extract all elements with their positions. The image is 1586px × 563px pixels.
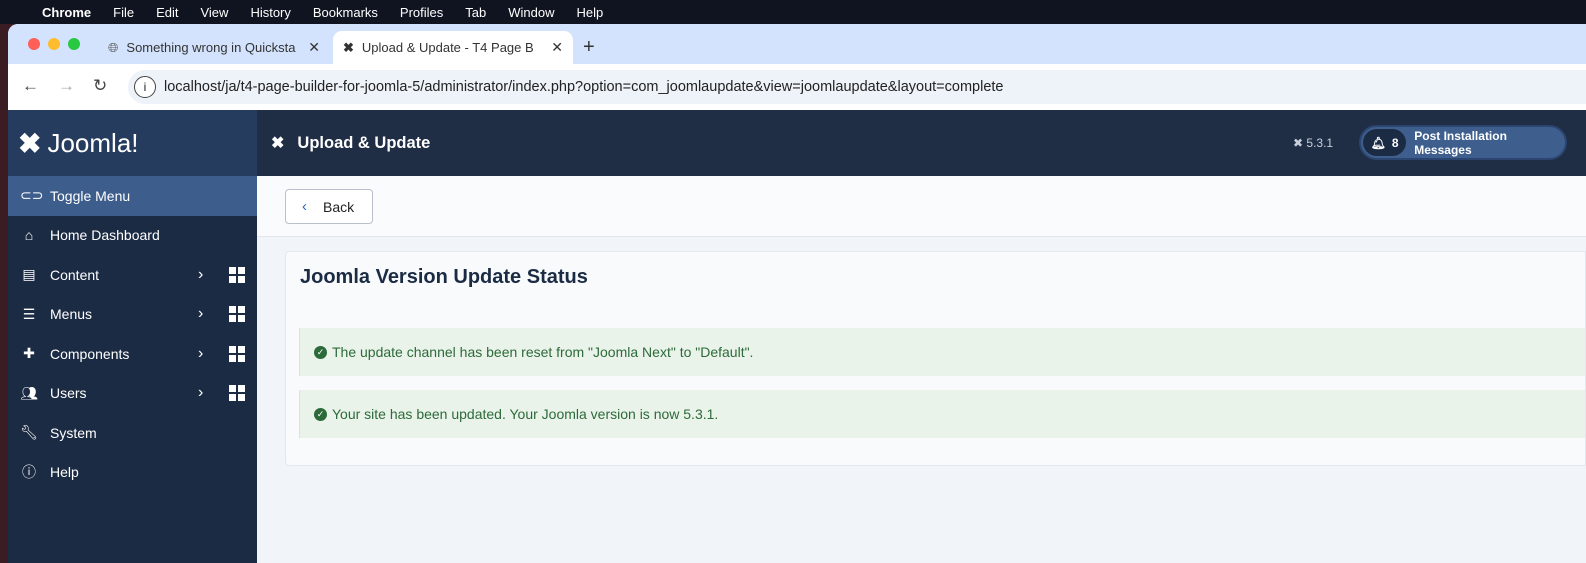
address-bar[interactable]: i localhost/ja/t4-page-builder-for-jooml…	[128, 70, 1586, 104]
post-install-label: Post Installation Messages	[1414, 128, 1507, 157]
alert-success: ✓ Your site has been updated. Your Joomla…	[299, 390, 1585, 438]
chevron-left-icon: ‹	[302, 198, 307, 215]
joomla-icon: ✖	[271, 135, 285, 152]
forward-arrow-icon[interactable]: →	[58, 76, 75, 96]
joomla-version[interactable]: ✖ 5.3.1	[1293, 136, 1333, 150]
tab-active[interactable]: ✖ Upload & Update - T4 Page B ✕	[333, 31, 573, 64]
menu-edit[interactable]: Edit	[156, 5, 178, 20]
info-icon: ⓘ	[22, 464, 36, 481]
page-header: ✖ Upload & Update ✖ 5.3.1 🔔︎ 8 Post Insta…	[257, 110, 1586, 176]
close-tab-icon[interactable]: ✕	[308, 39, 320, 56]
menu-history[interactable]: History	[250, 5, 290, 20]
sidebar-item-label: Toggle Menu	[50, 187, 131, 204]
check-circle-icon: ✓	[314, 407, 327, 421]
tab-other[interactable]: 🌐︎ Something wrong in Quicksta ✕	[98, 31, 330, 64]
sidebar-item-label: System	[50, 424, 97, 441]
menu-window[interactable]: Window	[508, 5, 554, 20]
toggle-menu[interactable]: ⊂⊃ Toggle Menu	[8, 176, 257, 216]
sidebar-item-users[interactable]: 👥︎ Users ›	[8, 374, 257, 414]
chevron-right-icon[interactable]: ›	[198, 345, 203, 363]
joomla-logo[interactable]: ✖ Joomla!	[8, 110, 257, 176]
sidebar-item-label: Menus	[50, 306, 93, 323]
tab-title: Upload & Update - T4 Page B	[361, 40, 534, 55]
notification-count: 8	[1391, 135, 1399, 150]
url-text[interactable]: localhost/ja/t4-page-builder-for-joomla-…	[164, 79, 1003, 95]
menu-tab[interactable]: Tab	[465, 5, 486, 20]
file-icon: ▤	[22, 266, 36, 283]
menu-help[interactable]: Help	[577, 5, 604, 20]
puzzle-icon: ✚	[23, 345, 35, 362]
menu-profiles[interactable]: Profiles	[400, 5, 443, 20]
back-arrow-icon[interactable]: ←	[22, 76, 39, 96]
sidebar-item-components[interactable]: ✚ Components ›	[8, 334, 257, 374]
chevron-right-icon[interactable]: ›	[198, 305, 203, 323]
alert-text: Your site has been updated. Your Joomla …	[332, 406, 719, 422]
alert-text: The update channel has been reset from "…	[332, 344, 754, 360]
globe-icon: 🌐︎	[108, 39, 119, 55]
alert-success: ✓ The update channel has been reset from …	[299, 328, 1585, 376]
sidebar-item-label: Home Dashboard	[50, 227, 160, 244]
page-title: Upload & Update	[297, 133, 431, 152]
browser-toolbar: ← → ↻ i localhost/ja/t4-page-builder-for…	[8, 64, 1586, 110]
maximize-window-button[interactable]	[68, 38, 80, 50]
sidebar-item-menus[interactable]: ☰ Menus ›	[8, 295, 257, 335]
home-icon: ⌂	[24, 227, 34, 244]
main-content: ‹ Back Joomla Version Update Status ✓ The …	[257, 176, 1586, 563]
check-circle-icon: ✓	[314, 345, 327, 359]
menu-bookmarks[interactable]: Bookmarks	[313, 5, 378, 20]
logo-text: Joomla!	[47, 127, 139, 158]
tab-title: Something wrong in Quicksta	[126, 40, 296, 55]
close-tab-icon[interactable]: ✕	[551, 39, 563, 56]
new-tab-button[interactable]: +	[573, 31, 605, 64]
site-info-icon[interactable]: i	[134, 76, 156, 98]
joomla-icon: ✖	[343, 39, 354, 55]
sidebar-item-label: Content	[50, 266, 100, 283]
update-status-card: Joomla Version Update Status ✓ The update…	[285, 251, 1586, 466]
menu-file[interactable]: File	[113, 5, 134, 20]
back-button[interactable]: ‹ Back	[285, 189, 373, 224]
wrench-icon: 🔧︎	[20, 424, 38, 441]
chevron-right-icon[interactable]: ›	[198, 266, 203, 284]
menu-app[interactable]: Chrome	[42, 5, 91, 20]
post-installation-messages-button[interactable]: 🔔︎ 8 Post Installation Messages	[1359, 125, 1567, 160]
sidebar-item-system[interactable]: 🔧︎ System	[8, 413, 257, 453]
sidebar-item-content[interactable]: ▤ Content ›	[8, 255, 257, 295]
sidebar-item-help[interactable]: ⓘ Help	[8, 453, 257, 493]
browser-window: 🌐︎ Something wrong in Quicksta ✕ ✖ Uploa…	[8, 24, 1586, 563]
dashboard-grid-icon[interactable]	[229, 345, 245, 362]
bell-icon: 🔔︎	[1370, 135, 1386, 150]
close-window-button[interactable]	[28, 38, 40, 50]
toggle-icon: ⊂⊃	[20, 187, 44, 204]
sidebar-item-home-dashboard[interactable]: ⌂ Home Dashboard	[8, 216, 257, 256]
mac-menubar: Chrome File Edit View History Bookmarks …	[0, 0, 1586, 24]
sidebar-item-label: Help	[50, 464, 79, 481]
dashboard-grid-icon[interactable]	[229, 306, 245, 323]
sidebar-item-label: Users	[50, 385, 87, 402]
sidebar: ✖ Joomla! ⊂⊃ Toggle Menu ⌂ Home Dashboard ▤…	[8, 110, 257, 563]
menu-view[interactable]: View	[200, 5, 228, 20]
list-icon: ☰	[22, 305, 36, 322]
sidebar-item-label: Components	[50, 345, 130, 362]
back-label: Back	[323, 198, 355, 215]
version-text: 5.3.1	[1306, 136, 1334, 150]
reload-icon[interactable]: ↻	[93, 76, 107, 96]
card-title: Joomla Version Update Status	[300, 266, 588, 288]
minimize-window-button[interactable]	[48, 38, 60, 50]
tab-bar: 🌐︎ Something wrong in Quicksta ✕ ✖ Uploa…	[8, 24, 1586, 64]
users-icon: 👥︎	[20, 384, 38, 401]
joomla-icon: ✖	[18, 127, 42, 159]
dashboard-grid-icon[interactable]	[229, 266, 245, 283]
dashboard-grid-icon[interactable]	[229, 385, 245, 402]
chevron-right-icon[interactable]: ›	[198, 384, 203, 402]
subhead-toolbar: ‹ Back	[257, 176, 1586, 237]
